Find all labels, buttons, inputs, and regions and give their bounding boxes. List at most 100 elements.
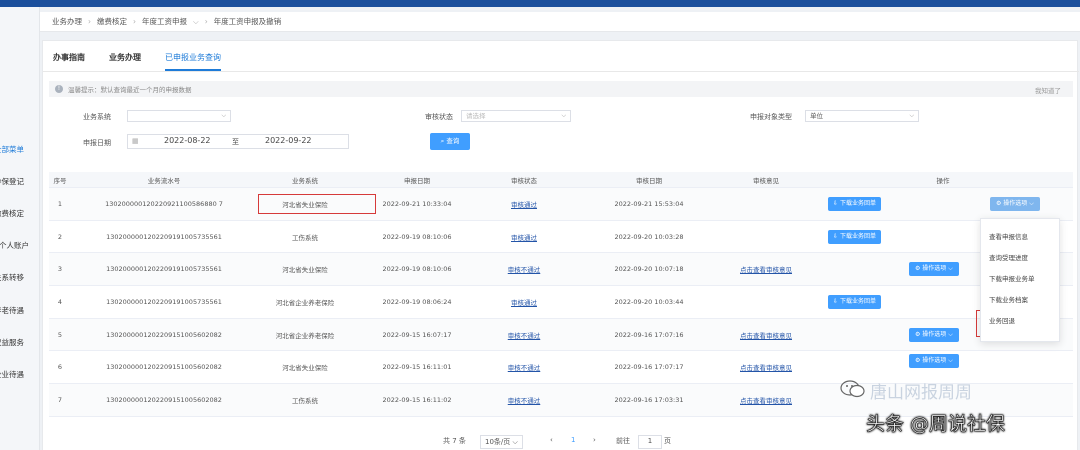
sidebar-item-enrollment[interactable]: 参保登记 bbox=[0, 176, 34, 187]
object-type-label: 申报对象类型 bbox=[750, 113, 792, 121]
action-options-button[interactable]: ⚙ 操作选项 ⌵ bbox=[909, 327, 959, 342]
download-label: 下载业务回单 bbox=[839, 298, 876, 306]
sidebar-item-enterprise-benefit[interactable]: 企业待遇 bbox=[0, 369, 34, 380]
date-to[interactable]: 2022-09-22 bbox=[265, 136, 312, 145]
row-serial: 1302000001202209151005602082 bbox=[106, 363, 222, 372]
header-date: 申报日期 bbox=[404, 177, 430, 185]
row-serial: 1302000001202209151005602082 bbox=[106, 330, 222, 339]
page-size-select[interactable]: 10条/页 ⌵ bbox=[480, 435, 523, 449]
goto-label: 前往 bbox=[616, 437, 630, 445]
prev-page-button[interactable]: ‹ bbox=[550, 436, 553, 450]
watermark-author: 头条 @周说社保 bbox=[866, 413, 1006, 436]
sidebar-item-account[interactable]: 个人账户 bbox=[0, 240, 39, 251]
row-serial: 130200000120220921100586880 7 bbox=[105, 199, 223, 208]
chevron-right-icon: › bbox=[88, 17, 91, 26]
row-system: 工伤系统 bbox=[292, 233, 318, 242]
date-label: 申报日期 bbox=[83, 139, 111, 147]
tab-guide[interactable]: 办事指南 bbox=[53, 49, 85, 71]
menu-item-rollback[interactable]: 业务回退 bbox=[989, 315, 1015, 325]
chevron-right-icon: › bbox=[133, 17, 136, 26]
row-status: 审核通过 bbox=[511, 233, 537, 242]
info-icon: ! bbox=[55, 85, 63, 93]
notice-close-button[interactable]: 我知道了 bbox=[1035, 85, 1061, 95]
page-size-value: 10条/页 bbox=[485, 438, 511, 446]
download-receipt-button[interactable]: ⇩ 下载业务回单 bbox=[828, 295, 881, 310]
row-serial: 1302000001202209151005602082 bbox=[106, 395, 222, 404]
row-status: 审核不通过 bbox=[507, 364, 541, 373]
action-options-button[interactable]: ⚙ 操作选项 ⌵ bbox=[909, 354, 959, 369]
chevron-right-icon: › bbox=[204, 17, 208, 26]
menu-item-download-form[interactable]: 下载申报业务单 bbox=[989, 273, 1035, 283]
action-options-label: 操作选项 bbox=[922, 265, 947, 273]
goto-page-input[interactable]: 1 bbox=[638, 435, 662, 449]
row-status: 审核通过 bbox=[511, 200, 537, 209]
date-range-picker[interactable]: ▦ 2022-08-22 至 2022-09-22 bbox=[127, 134, 349, 149]
breadcrumb-item[interactable]: 缴费核定 bbox=[97, 16, 127, 27]
action-options-button[interactable]: ⚙ 操作选项 ⌵ bbox=[909, 262, 959, 277]
chevron-down-icon: ⌵ bbox=[561, 112, 566, 119]
sidebar: 全部菜单 参保登记 缴费核定 个人账户 关系转移 养老待遇 权益服务 企业待遇 bbox=[0, 7, 40, 450]
notice-bar: ! 温馨提示：默认查询最近一个月的申报数据 我知道了 bbox=[49, 81, 1073, 97]
row-status: 审核不通过 bbox=[507, 396, 541, 405]
row-date: 2022-09-15 16:11:01 bbox=[382, 363, 452, 372]
chevron-down-icon: ⌵ bbox=[221, 112, 226, 119]
chevron-down-icon: ⌵ bbox=[946, 357, 953, 365]
tab-divider bbox=[43, 71, 1079, 72]
chevron-down-icon: ⌵ bbox=[1027, 200, 1034, 207]
tab-business[interactable]: 业务办理 bbox=[109, 49, 141, 71]
row-system: 河北省企业养老保险 bbox=[275, 298, 335, 307]
action-options-label: 操作选项 bbox=[922, 357, 947, 365]
sidebar-item-all-menu[interactable]: 全部菜单 bbox=[0, 144, 34, 155]
breadcrumb-item[interactable]: 业务办理 bbox=[52, 16, 82, 27]
date-from[interactable]: 2022-08-22 bbox=[164, 136, 211, 145]
download-receipt-button[interactable]: ⇩ 下载业务回单 bbox=[828, 229, 881, 244]
object-type-select[interactable]: 单位 ⌵ bbox=[805, 110, 919, 122]
table-row: 2 1302000001202209191005735561 工伤系统 2022… bbox=[49, 221, 1073, 254]
header-actions: 操作 bbox=[936, 177, 950, 185]
system-label: 业务系统 bbox=[83, 113, 111, 121]
row-system: 工伤系统 bbox=[292, 396, 318, 405]
tab-query[interactable]: 已申报业务查询 bbox=[165, 49, 221, 71]
query-button[interactable]: ⌕ 查询 bbox=[430, 133, 470, 150]
row-date: 2022-09-21 10:33:04 bbox=[382, 199, 452, 208]
next-page-button[interactable]: › bbox=[593, 436, 596, 450]
notice-text: 温馨提示：默认查询最近一个月的申报数据 bbox=[68, 86, 192, 94]
breadcrumb-item[interactable]: 年度工资申报及撤销 bbox=[214, 16, 282, 27]
row-date: 2022-09-15 16:11:02 bbox=[382, 395, 452, 404]
row-no: 5 bbox=[57, 330, 63, 339]
sidebar-item-contribution[interactable]: 缴费核定 bbox=[0, 208, 34, 219]
menu-item-view-info[interactable]: 查看申报信息 bbox=[989, 231, 1028, 241]
menu-item-download-archive[interactable]: 下载业务档案 bbox=[989, 294, 1028, 304]
current-page[interactable]: 1 bbox=[571, 436, 575, 450]
calendar-icon: ▦ bbox=[132, 137, 139, 145]
header-serial: 业务流水号 bbox=[147, 177, 181, 185]
row-audit-date: 2022-09-16 17:03:31 bbox=[614, 395, 684, 404]
status-select[interactable]: 请选择 ⌵ bbox=[461, 110, 571, 122]
view-opinion-link[interactable]: 点击查看审核意见 bbox=[729, 253, 803, 285]
sidebar-item-rights[interactable]: 权益服务 bbox=[0, 337, 34, 348]
breadcrumb-item[interactable]: 年度工资申报 bbox=[142, 16, 187, 27]
row-no: 2 bbox=[57, 232, 63, 241]
search-icon: ⌕ bbox=[440, 137, 445, 145]
view-opinion-link[interactable]: 点击查看审核意见 bbox=[729, 319, 803, 351]
row-no: 6 bbox=[57, 363, 63, 372]
table-row: 5 1302000001202209151005602082 河北省企业养老保险… bbox=[49, 318, 1073, 352]
system-select[interactable]: ⌵ bbox=[127, 110, 231, 122]
menu-item-query-progress[interactable]: 查询受理进度 bbox=[989, 252, 1028, 262]
tab-bar: 办事指南 业务办理 已申报业务查询 bbox=[53, 49, 221, 71]
action-options-label: 操作选项 bbox=[922, 330, 947, 338]
view-opinion-link[interactable]: 点击查看审核意见 bbox=[729, 384, 803, 416]
view-opinion-link[interactable]: 点击查看审核意见 bbox=[729, 351, 803, 383]
action-options-button[interactable]: ⚙ 操作选项 ⌵ bbox=[990, 197, 1040, 211]
pager-total: 共 7 条 bbox=[443, 437, 466, 445]
status-label: 审核状态 bbox=[425, 113, 453, 121]
download-label: 下载业务回单 bbox=[839, 232, 876, 240]
header-no: 序号 bbox=[53, 177, 67, 185]
row-system: 河北省失业保险 bbox=[282, 266, 328, 275]
download-receipt-button[interactable]: ⇩ 下载业务回单 bbox=[828, 197, 881, 211]
sidebar-item-transfer[interactable]: 关系转移 bbox=[0, 272, 34, 283]
sidebar-item-pension[interactable]: 养老待遇 bbox=[0, 305, 34, 316]
row-audit-date: 2022-09-20 10:03:44 bbox=[614, 297, 684, 306]
row-serial: 1302000001202209191005735561 bbox=[106, 232, 222, 241]
query-button-label: 查询 bbox=[446, 137, 460, 145]
